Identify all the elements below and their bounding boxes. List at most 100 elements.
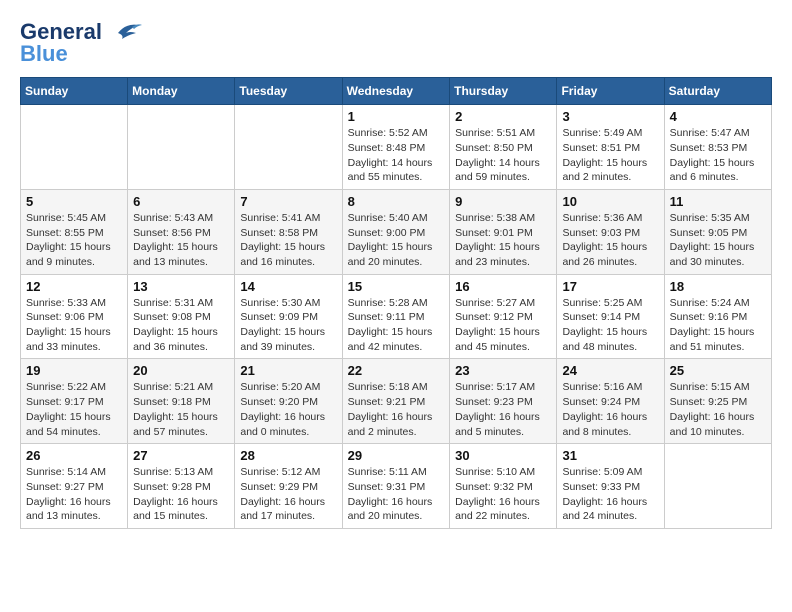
calendar-header-row: SundayMondayTuesdayWednesdayThursdayFrid…	[21, 78, 772, 105]
calendar-cell: 29 Sunrise: 5:11 AM Sunset: 9:31 PM Dayli…	[342, 444, 450, 529]
day-number: 23	[455, 363, 551, 378]
day-info: Sunrise: 5:12 AM Sunset: 9:29 PM Dayligh…	[240, 465, 336, 524]
day-number: 31	[562, 448, 658, 463]
day-info: Sunrise: 5:52 AM Sunset: 8:48 PM Dayligh…	[348, 126, 445, 185]
calendar-cell: 8 Sunrise: 5:40 AM Sunset: 9:00 PM Daylig…	[342, 189, 450, 274]
day-number: 6	[133, 194, 229, 209]
day-info: Sunrise: 5:30 AM Sunset: 9:09 PM Dayligh…	[240, 296, 336, 355]
calendar-cell: 23 Sunrise: 5:17 AM Sunset: 9:23 PM Dayli…	[450, 359, 557, 444]
day-info: Sunrise: 5:47 AM Sunset: 8:53 PM Dayligh…	[670, 126, 766, 185]
column-header-saturday: Saturday	[664, 78, 771, 105]
day-number: 14	[240, 279, 336, 294]
day-number: 15	[348, 279, 445, 294]
calendar-cell: 3 Sunrise: 5:49 AM Sunset: 8:51 PM Daylig…	[557, 105, 664, 190]
day-info: Sunrise: 5:14 AM Sunset: 9:27 PM Dayligh…	[26, 465, 122, 524]
calendar-cell: 14 Sunrise: 5:30 AM Sunset: 9:09 PM Dayli…	[235, 274, 342, 359]
calendar-cell: 30 Sunrise: 5:10 AM Sunset: 9:32 PM Dayli…	[450, 444, 557, 529]
calendar-cell: 9Sunrise: 5:38 AM Sunset: 9:01 PM Daylig…	[450, 189, 557, 274]
day-number: 30	[455, 448, 551, 463]
day-info: Sunrise: 5:36 AM Sunset: 9:03 PM Dayligh…	[562, 211, 658, 270]
calendar-cell: 10 Sunrise: 5:36 AM Sunset: 9:03 PM Dayli…	[557, 189, 664, 274]
calendar-cell: 11 Sunrise: 5:35 AM Sunset: 9:05 PM Dayli…	[664, 189, 771, 274]
day-info: Sunrise: 5:25 AM Sunset: 9:14 PM Dayligh…	[562, 296, 658, 355]
logo-bird-icon	[110, 21, 142, 45]
day-info: Sunrise: 5:11 AM Sunset: 9:31 PM Dayligh…	[348, 465, 445, 524]
calendar-cell: 5 Sunrise: 5:45 AM Sunset: 8:55 PM Daylig…	[21, 189, 128, 274]
day-number: 16	[455, 279, 551, 294]
day-number: 4	[670, 109, 766, 124]
calendar-cell: 15 Sunrise: 5:28 AM Sunset: 9:11 PM Dayli…	[342, 274, 450, 359]
calendar-cell: 16 Sunrise: 5:27 AM Sunset: 9:12 PM Dayli…	[450, 274, 557, 359]
calendar-cell: 28 Sunrise: 5:12 AM Sunset: 9:29 PM Dayli…	[235, 444, 342, 529]
column-header-sunday: Sunday	[21, 78, 128, 105]
day-number: 3	[562, 109, 658, 124]
column-header-friday: Friday	[557, 78, 664, 105]
calendar-cell: 1 Sunrise: 5:52 AM Sunset: 8:48 PM Daylig…	[342, 105, 450, 190]
day-info: Sunrise: 5:38 AM Sunset: 9:01 PM Dayligh…	[455, 211, 551, 270]
calendar-week-row: 1 Sunrise: 5:52 AM Sunset: 8:48 PM Daylig…	[21, 105, 772, 190]
day-number: 22	[348, 363, 445, 378]
day-info: Sunrise: 5:45 AM Sunset: 8:55 PM Dayligh…	[26, 211, 122, 270]
calendar-cell	[128, 105, 235, 190]
calendar-cell: 6 Sunrise: 5:43 AM Sunset: 8:56 PM Daylig…	[128, 189, 235, 274]
column-header-thursday: Thursday	[450, 78, 557, 105]
day-info: Sunrise: 5:43 AM Sunset: 8:56 PM Dayligh…	[133, 211, 229, 270]
day-number: 13	[133, 279, 229, 294]
day-info: Sunrise: 5:28 AM Sunset: 9:11 PM Dayligh…	[348, 296, 445, 355]
calendar-cell	[664, 444, 771, 529]
day-info: Sunrise: 5:21 AM Sunset: 9:18 PM Dayligh…	[133, 380, 229, 439]
day-number: 24	[562, 363, 658, 378]
page-header: General Blue	[20, 20, 772, 67]
day-info: Sunrise: 5:10 AM Sunset: 9:32 PM Dayligh…	[455, 465, 551, 524]
logo: General Blue	[20, 20, 142, 67]
calendar-week-row: 26 Sunrise: 5:14 AM Sunset: 9:27 PM Dayli…	[21, 444, 772, 529]
calendar-cell: 31Sunrise: 5:09 AM Sunset: 9:33 PM Dayli…	[557, 444, 664, 529]
day-info: Sunrise: 5:24 AM Sunset: 9:16 PM Dayligh…	[670, 296, 766, 355]
day-info: Sunrise: 5:40 AM Sunset: 9:00 PM Dayligh…	[348, 211, 445, 270]
calendar-cell: 7Sunrise: 5:41 AM Sunset: 8:58 PM Daylig…	[235, 189, 342, 274]
calendar-cell	[21, 105, 128, 190]
day-number: 1	[348, 109, 445, 124]
day-info: Sunrise: 5:22 AM Sunset: 9:17 PM Dayligh…	[26, 380, 122, 439]
day-number: 26	[26, 448, 122, 463]
calendar-cell: 18Sunrise: 5:24 AM Sunset: 9:16 PM Dayli…	[664, 274, 771, 359]
day-number: 19	[26, 363, 122, 378]
day-number: 28	[240, 448, 336, 463]
calendar-cell	[235, 105, 342, 190]
day-info: Sunrise: 5:49 AM Sunset: 8:51 PM Dayligh…	[562, 126, 658, 185]
calendar-cell: 21 Sunrise: 5:20 AM Sunset: 9:20 PM Dayli…	[235, 359, 342, 444]
day-number: 27	[133, 448, 229, 463]
calendar-cell: 25Sunrise: 5:15 AM Sunset: 9:25 PM Dayli…	[664, 359, 771, 444]
calendar-cell: 19 Sunrise: 5:22 AM Sunset: 9:17 PM Dayli…	[21, 359, 128, 444]
calendar-cell: 20 Sunrise: 5:21 AM Sunset: 9:18 PM Dayli…	[128, 359, 235, 444]
day-info: Sunrise: 5:27 AM Sunset: 9:12 PM Dayligh…	[455, 296, 551, 355]
day-number: 20	[133, 363, 229, 378]
column-header-monday: Monday	[128, 78, 235, 105]
day-info: Sunrise: 5:20 AM Sunset: 9:20 PM Dayligh…	[240, 380, 336, 439]
column-header-wednesday: Wednesday	[342, 78, 450, 105]
day-info: Sunrise: 5:13 AM Sunset: 9:28 PM Dayligh…	[133, 465, 229, 524]
calendar-cell: 26 Sunrise: 5:14 AM Sunset: 9:27 PM Dayli…	[21, 444, 128, 529]
day-info: Sunrise: 5:41 AM Sunset: 8:58 PM Dayligh…	[240, 211, 336, 270]
day-number: 29	[348, 448, 445, 463]
calendar-cell: 4 Sunrise: 5:47 AM Sunset: 8:53 PM Daylig…	[664, 105, 771, 190]
day-number: 21	[240, 363, 336, 378]
day-info: Sunrise: 5:31 AM Sunset: 9:08 PM Dayligh…	[133, 296, 229, 355]
day-number: 10	[562, 194, 658, 209]
day-number: 8	[348, 194, 445, 209]
column-header-tuesday: Tuesday	[235, 78, 342, 105]
calendar-cell: 2Sunrise: 5:51 AM Sunset: 8:50 PM Daylig…	[450, 105, 557, 190]
calendar-cell: 13 Sunrise: 5:31 AM Sunset: 9:08 PM Dayli…	[128, 274, 235, 359]
calendar-cell: 27 Sunrise: 5:13 AM Sunset: 9:28 PM Dayli…	[128, 444, 235, 529]
calendar-table: SundayMondayTuesdayWednesdayThursdayFrid…	[20, 77, 772, 529]
day-info: Sunrise: 5:33 AM Sunset: 9:06 PM Dayligh…	[26, 296, 122, 355]
day-info: Sunrise: 5:35 AM Sunset: 9:05 PM Dayligh…	[670, 211, 766, 270]
day-number: 17	[562, 279, 658, 294]
day-info: Sunrise: 5:17 AM Sunset: 9:23 PM Dayligh…	[455, 380, 551, 439]
day-number: 11	[670, 194, 766, 209]
day-info: Sunrise: 5:15 AM Sunset: 9:25 PM Dayligh…	[670, 380, 766, 439]
calendar-week-row: 5 Sunrise: 5:45 AM Sunset: 8:55 PM Daylig…	[21, 189, 772, 274]
day-number: 5	[26, 194, 122, 209]
day-info: Sunrise: 5:16 AM Sunset: 9:24 PM Dayligh…	[562, 380, 658, 439]
calendar-week-row: 19 Sunrise: 5:22 AM Sunset: 9:17 PM Dayli…	[21, 359, 772, 444]
